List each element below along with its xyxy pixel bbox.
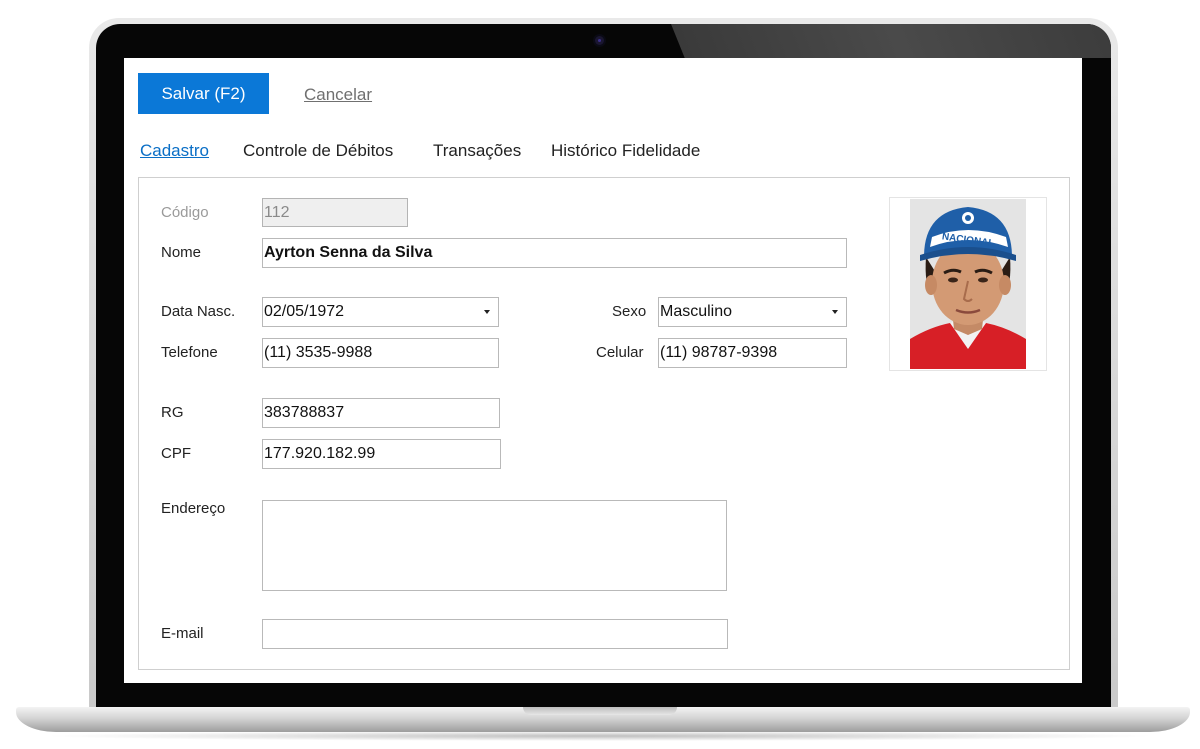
photo-frame[interactable]: NACIONAL — [889, 197, 1047, 371]
sexo-label: Sexo — [612, 303, 647, 320]
data-nasc-dropdown[interactable]: 02/05/1972 — [262, 297, 499, 327]
cpf-field[interactable]: 177.920.182.99 — [262, 439, 501, 469]
codigo-label: Código — [161, 204, 209, 221]
nome-value: Ayrton Senna da Silva — [264, 244, 433, 261]
cadastro-panel: Código 112 Nome Ayrton Senna da Silva Da… — [138, 177, 1070, 670]
laptop-shadow — [40, 731, 1160, 741]
email-field[interactable] — [262, 619, 728, 649]
celular-label: Celular — [596, 344, 644, 361]
data-nasc-label: Data Nasc. — [161, 303, 236, 320]
celular-value: (11) 98787-9398 — [660, 344, 778, 361]
telefone-field[interactable]: (11) 3535-9988 — [262, 338, 499, 368]
tab-controle-de-debitos[interactable]: Controle de Débitos — [243, 141, 393, 161]
endereco-label: Endereço — [161, 500, 226, 517]
camera-icon — [595, 36, 604, 45]
profile-photo: NACIONAL — [910, 199, 1026, 369]
app-screen: Salvar (F2) Cancelar Cadastro Controle d… — [124, 58, 1082, 683]
cancel-link[interactable]: Cancelar — [304, 85, 372, 105]
portrait-image: NACIONAL — [910, 199, 1026, 369]
chevron-down-icon — [832, 310, 838, 314]
tab-historico-fidelidade[interactable]: Histórico Fidelidade — [551, 141, 700, 161]
tab-cadastro[interactable]: Cadastro — [140, 141, 209, 161]
telefone-label: Telefone — [161, 344, 218, 361]
rg-field[interactable]: 383788837 — [262, 398, 500, 428]
sexo-value: Masculino — [660, 303, 733, 320]
email-label: E-mail — [161, 625, 204, 642]
cpf-label: CPF — [161, 445, 191, 462]
telefone-value: (11) 3535-9988 — [264, 344, 373, 361]
cpf-value: 177.920.182.99 — [264, 445, 376, 462]
laptop-base-notch — [523, 707, 677, 715]
codigo-field: 112 — [262, 198, 408, 227]
nome-field[interactable]: Ayrton Senna da Silva — [262, 238, 847, 268]
chevron-down-icon — [484, 310, 490, 314]
save-button[interactable]: Salvar (F2) — [138, 73, 269, 114]
celular-field[interactable]: (11) 98787-9398 — [658, 338, 847, 368]
rg-label: RG — [161, 404, 184, 421]
sexo-dropdown[interactable]: Masculino — [658, 297, 847, 327]
endereco-textarea[interactable] — [262, 500, 727, 591]
tab-transacoes[interactable]: Transações — [433, 141, 521, 161]
nome-label: Nome — [161, 244, 202, 261]
rg-value: 383788837 — [264, 404, 345, 421]
codigo-value: 112 — [264, 203, 290, 221]
data-nasc-value: 02/05/1972 — [264, 303, 345, 320]
